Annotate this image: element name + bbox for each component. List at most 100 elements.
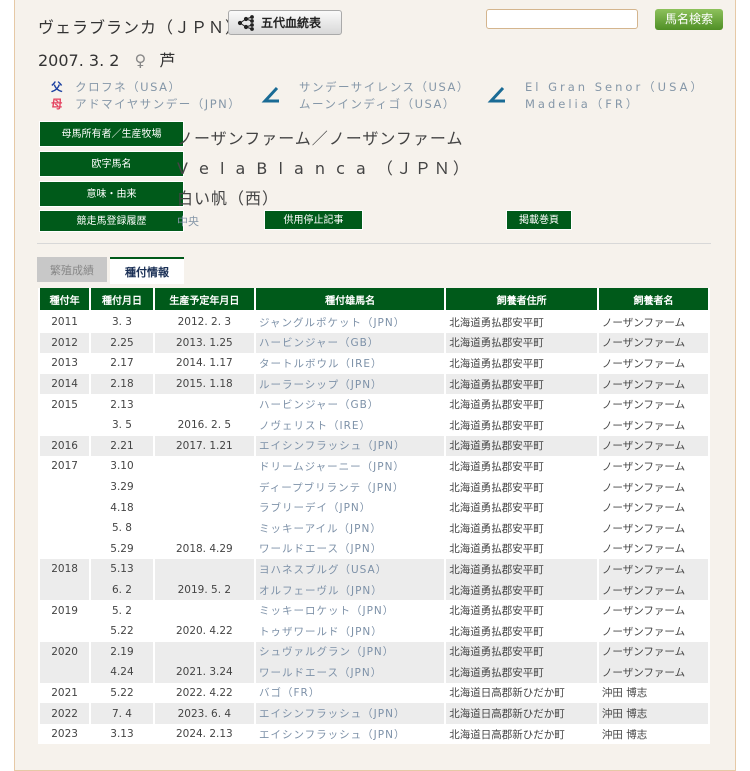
covering-year: 2019: [51, 604, 78, 617]
expected-birth-date: [155, 497, 254, 518]
covering-date: 5.22: [110, 686, 134, 699]
table-row: 3.29 ディープブリランテ（JPN） 北海道勇払郡安平町 ノーザンファーム: [40, 477, 708, 498]
dd-sire-link[interactable]: El Gran Senor（USA）: [525, 79, 705, 95]
table-row: 2012 2.25 2013. 1.25 ハービンジャー（GB） 北海道勇払郡安平町 ノー…: [40, 332, 708, 354]
expected-birth-date: 2014. 1.17: [175, 357, 233, 370]
stallion-link[interactable]: ミッキーアイル（JPN）: [256, 518, 444, 539]
column-header: 種付雄馬名: [255, 288, 445, 312]
breeder-name: ノーザンファーム: [598, 579, 708, 601]
page-reference-button[interactable]: 掲載巻頁: [506, 210, 572, 230]
expected-birth-date: [155, 456, 254, 477]
sire-label: 父: [51, 80, 64, 94]
expected-birth-date: 2021. 3.24: [154, 662, 254, 683]
expected-birth-date: 2020. 4.22: [175, 625, 233, 638]
horse-search-button[interactable]: 馬名検索: [655, 9, 723, 30]
stallion-link[interactable]: ルーラーシップ（JPN）: [255, 373, 445, 395]
covering-date: 3. 5: [111, 419, 132, 432]
expected-birth-date: [154, 559, 254, 580]
stallion-link[interactable]: ラブリーデイ（JPN）: [256, 497, 444, 518]
dam-label: 母: [51, 97, 64, 111]
sire-link[interactable]: クロフネ（USA）: [75, 80, 181, 94]
stallion-link[interactable]: タートルボウル（IRE）: [256, 353, 444, 374]
table-row: 2011 3. 3 2012. 2. 3 ジャングルポケット（JPN） 北海道勇払郡安平…: [40, 312, 708, 333]
table-row: 2014 2.18 2015. 1.18 ルーラーシップ（JPN） 北海道勇払郡安平町ノ…: [40, 373, 708, 395]
pedigree-button[interactable]: 五代血統表: [228, 10, 342, 35]
breeder-address: 北海道勇払郡安平町: [449, 605, 544, 618]
stallion-link[interactable]: ドリームジャーニー（JPN）: [256, 456, 444, 477]
covering-date: 2.19: [91, 641, 153, 663]
retire-article-button[interactable]: 供用停止記事: [264, 210, 363, 230]
breeder-address: 北海道日高郡新ひだか町: [449, 687, 565, 700]
table-row: 2016 2.21 2017. 1.21 エイシンフラッシュ（JPN） 北海道勇払郡安平…: [40, 435, 708, 457]
covering-year: [40, 497, 89, 518]
covering-year: [40, 415, 89, 436]
dd-dam-link[interactable]: Madelia（FR）: [525, 96, 640, 112]
stallion-link[interactable]: ディープブリランテ（JPN）: [256, 477, 444, 498]
roman-name-label: 欧字馬名: [39, 151, 184, 177]
dam-dam-link[interactable]: ムーンインディゴ（USA）: [299, 96, 456, 112]
covering-year: 2015: [51, 398, 78, 411]
covering-date: 4.18: [110, 501, 134, 514]
breeder-address: 北海道勇払郡安平町: [446, 373, 597, 395]
covering-year: [40, 518, 89, 539]
stallion-link[interactable]: シュヴァルグラン（JPN）: [255, 641, 445, 663]
horse-panel: ヴェラブランカ（ＪＰＮ） 五代血統表 馬名検索 2007. 3. 2 ♀ 芦 父…: [14, 0, 736, 771]
breeder-address: 北海道勇払郡安平町: [449, 502, 544, 515]
stallion-link[interactable]: ハービンジャー（GB）: [255, 332, 445, 354]
covering-year: 2021: [51, 686, 78, 699]
breeder-name: ノーザンファーム: [598, 435, 708, 457]
covering-date: 5.29: [110, 542, 134, 555]
divider: [37, 243, 711, 244]
stallion-link[interactable]: オルフェーヴル（JPN）: [255, 579, 445, 601]
covering-date: 2.17: [110, 357, 134, 370]
expected-birth-date: 2015. 1.18: [154, 373, 254, 395]
expected-birth-date: 2019. 5. 2: [154, 579, 254, 601]
registration-label: 競走馬登録履歴: [39, 210, 184, 232]
registration-value[interactable]: 中央: [177, 213, 199, 229]
covering-date: 4.24: [91, 662, 153, 683]
dam-sire-link[interactable]: サンデーサイレンス（USA）: [299, 79, 470, 95]
stallion-link[interactable]: ハービンジャー（GB）: [256, 394, 444, 415]
breeder-address: 北海道日高郡新ひだか町: [449, 728, 565, 741]
expected-birth-date: [155, 394, 254, 415]
stallion-link[interactable]: エイシンフラッシュ（JPN）: [256, 724, 444, 745]
stallion-link[interactable]: ミッキーロケット（JPN）: [256, 600, 444, 621]
stallion-link[interactable]: エイシンフラッシュ（JPN）: [255, 435, 445, 457]
female-icon: ♀: [134, 51, 147, 70]
table-row: 4.24 2021. 3.24 ワールドエース（JPN） 北海道勇払郡安平町 ノーザンフ…: [40, 662, 708, 683]
breeder-address: 北海道勇払郡安平町: [446, 435, 597, 457]
meaning-value: 白い帆（西）: [177, 189, 280, 208]
breeder-name: ノーザンファーム: [601, 399, 686, 412]
breeder-name: ノーザンファーム: [598, 332, 708, 354]
breeder-address: 北海道勇払郡安平町: [449, 316, 544, 329]
table-row: 2021 5.22 2022. 4.22 バゴ（FR） 北海道日高郡新ひだか町 沖田 博志: [40, 683, 708, 704]
covering-year: 2017: [51, 460, 78, 473]
breeder-name: 沖田 博志: [598, 703, 708, 724]
expected-birth-date: 2012. 2. 3: [177, 316, 232, 329]
column-header: 生産予定年月日: [154, 288, 254, 312]
table-row: 2023 3.13 2024. 2.13 エイシンフラッシュ（JPN） 北海道日高郡新ひ…: [40, 724, 708, 745]
breeder-name: ノーザンファーム: [598, 559, 708, 580]
breeder-name: 沖田 博志: [601, 687, 648, 700]
stallion-link[interactable]: エイシンフラッシュ（JPN）: [255, 703, 445, 724]
covering-year: [40, 579, 90, 601]
stallion-link[interactable]: トゥザワールド（JPN）: [256, 621, 444, 642]
stallion-link[interactable]: バゴ（FR）: [256, 683, 444, 704]
tab-covering-info[interactable]: 種付情報: [110, 257, 184, 284]
breeder-name: ノーザンファーム: [598, 641, 708, 663]
stallion-link[interactable]: ヨハネスブルグ（USA）: [255, 559, 445, 580]
stallion-link[interactable]: ワールドエース（JPN）: [255, 662, 445, 683]
stallion-link[interactable]: ワールドエース（JPN）: [256, 539, 444, 560]
table-row: 5. 8 ミッキーアイル（JPN） 北海道勇払郡安平町 ノーザンファーム: [40, 518, 708, 539]
tab-breeding-results[interactable]: 繁殖成績: [37, 257, 107, 282]
breeder-address: 北海道勇払郡安平町: [449, 460, 544, 473]
stallion-link[interactable]: ノヴェリスト（IRE）: [256, 415, 444, 436]
covering-year: 2012: [40, 332, 90, 354]
table-row: 2020 2.19 シュヴァルグラン（JPN） 北海道勇払郡安平町 ノーザンファーム: [40, 641, 708, 663]
covering-date: 2.18: [91, 373, 153, 395]
stallion-link[interactable]: ジャングルポケット（JPN）: [256, 312, 444, 333]
expected-birth-date: 2013. 1.25: [154, 332, 254, 354]
horse-search-input[interactable]: [486, 9, 638, 29]
dam-link[interactable]: アドマイヤサンデー（JPN）: [75, 97, 241, 111]
birth-line: 2007. 3. 2 ♀ 芦: [38, 47, 175, 71]
